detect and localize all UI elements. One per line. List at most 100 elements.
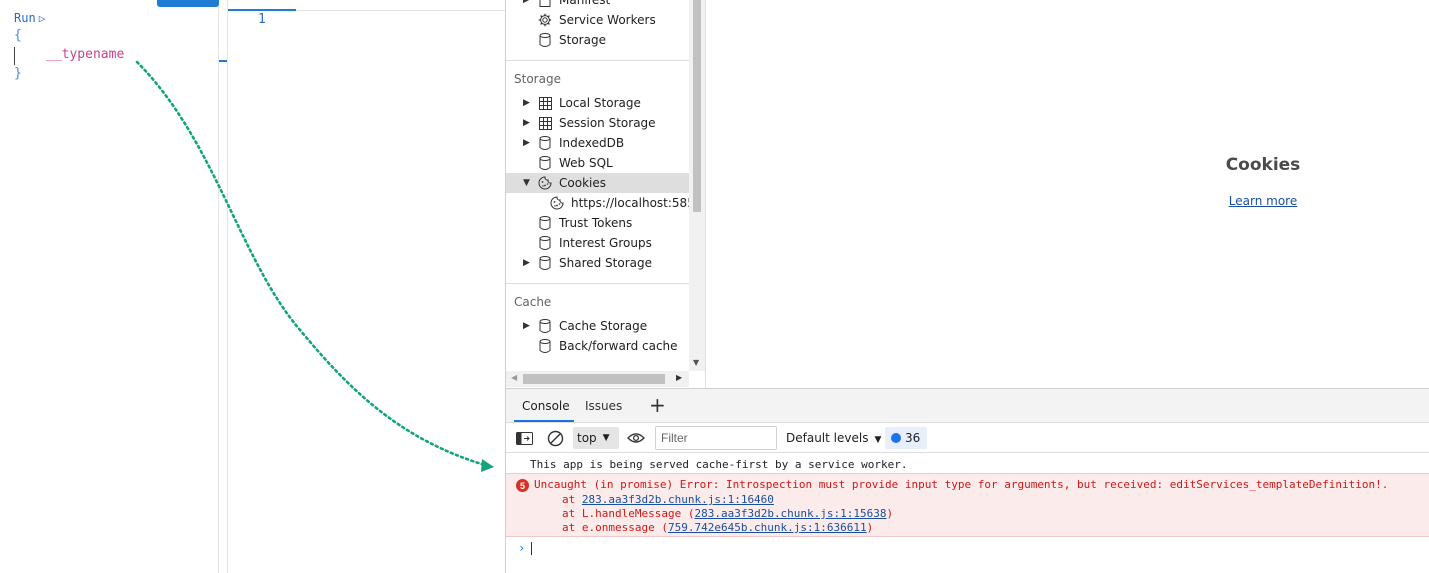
sidebar-item-label: Session Storage — [559, 116, 656, 130]
sidebar-item-label: Manifest — [559, 0, 611, 7]
sidebar-item-indexeddb[interactable]: ▶ IndexedDB — [506, 133, 689, 153]
results-tab-active[interactable] — [228, 0, 296, 11]
log-levels-label: Default levels — [786, 431, 869, 445]
sidebar-item-trust-tokens[interactable]: Trust Tokens — [506, 213, 689, 233]
section-title-cache: Cache — [514, 295, 552, 309]
sidebar-item-label: Cookies — [559, 176, 606, 190]
prettify-button[interactable] — [157, 0, 219, 7]
sidebar-item-https-localhost-5855[interactable]: https://localhost:5855 — [506, 193, 702, 213]
database-icon — [538, 216, 552, 230]
learn-more-link[interactable]: Learn more — [706, 194, 1429, 208]
context-value: top — [577, 431, 597, 445]
tab-issues[interactable]: Issues — [585, 399, 622, 413]
database-icon — [538, 156, 552, 170]
sidebar-item-label: Back/forward cache — [559, 339, 678, 353]
cookies-panel: Cookies Learn more — [705, 0, 1429, 388]
sidebar-item-session-storage[interactable]: ▶ Session Storage — [506, 113, 689, 133]
issues-count: 36 — [905, 431, 921, 445]
editor-divider-handle[interactable] — [219, 60, 227, 62]
play-icon: ▷ — [38, 12, 46, 25]
expand-arrow-right-icon[interactable]: ▶ — [523, 258, 530, 268]
stack-frame: at 283.aa3f3d2b.chunk.js:1:16460 — [562, 493, 774, 506]
sidebar-item-interest-groups[interactable]: Interest Groups — [506, 233, 689, 253]
sidebar-item-manifest[interactable]: ▶ Manifest — [506, 0, 689, 10]
code-close-brace: } — [14, 66, 22, 81]
sidebar-item-label: Interest Groups — [559, 236, 652, 250]
database-icon — [538, 236, 552, 250]
cookie-icon — [538, 176, 552, 190]
section-divider — [506, 60, 689, 61]
sidebar-toggle-icon[interactable] — [515, 430, 533, 446]
expand-arrow-right-icon[interactable]: ▶ — [523, 118, 530, 128]
chevron-down-icon: ▼ — [602, 433, 610, 443]
cookie-icon — [550, 196, 564, 210]
sidebar-item-label: Cache Storage — [559, 319, 648, 333]
sidebar-vertical-scrollbar[interactable]: ▼ — [689, 0, 705, 371]
context-select[interactable]: top ▼ — [573, 427, 619, 449]
sidebar-item-web-sql[interactable]: Web SQL — [506, 153, 689, 173]
sidebar-item-back-forward-cache[interactable]: Back/forward cache — [506, 336, 689, 356]
section-title-storage: Storage — [514, 72, 561, 86]
editor-cursor — [14, 47, 15, 65]
stack-link[interactable]: 283.aa3f3d2b.chunk.js:1:15638 — [694, 507, 886, 520]
scrollbar-thumb[interactable] — [693, 0, 701, 212]
scroll-right-icon[interactable]: ▶ — [676, 373, 682, 382]
sidebar-item-cookies[interactable]: ▼ Cookies — [506, 173, 689, 193]
expand-arrow-right-icon[interactable]: ▶ — [523, 0, 530, 5]
issues-counter-button[interactable]: 36 — [885, 427, 927, 449]
sidebar-item-cache-storage[interactable]: ▶ Cache Storage — [506, 316, 689, 336]
application-sidebar: ▶ Manifest Service Workers Storage Storage ▶ L… — [505, 0, 705, 388]
console-info-message: This app is being served cache-first by … — [530, 458, 908, 471]
run-button[interactable]: Run ▷ — [14, 11, 45, 25]
sidebar-item-local-storage[interactable]: ▶ Local Storage — [506, 93, 689, 113]
query-editor[interactable]: Run ▷ { __typename } — [0, 0, 219, 573]
results-line-number: 1 — [258, 12, 266, 27]
sidebar-horizontal-scrollbar[interactable]: ◀ ▶ — [506, 371, 689, 387]
sidebar-item-label: Service Workers — [559, 13, 656, 27]
scroll-left-icon[interactable]: ◀ — [511, 373, 517, 382]
sidebar-item-label: Web SQL — [559, 156, 613, 170]
results-tabstrip — [228, 0, 505, 11]
stack-link[interactable]: 283.aa3f3d2b.chunk.js:1:16460 — [582, 493, 774, 506]
add-tab-button[interactable]: + — [649, 393, 666, 417]
console-input[interactable] — [531, 542, 532, 555]
scrollbar-thumb[interactable] — [523, 374, 665, 384]
message-icon — [891, 433, 901, 443]
sidebar-item-service-workers[interactable]: Service Workers — [506, 10, 689, 30]
expand-arrow-right-icon[interactable]: ▶ — [523, 138, 530, 148]
console-error-message: 5 Uncaught (in promise) Error: Introspec… — [506, 473, 1429, 537]
results-pane: 1 — [227, 0, 505, 573]
eye-icon[interactable] — [627, 430, 645, 446]
database-icon — [538, 339, 552, 353]
console-output: This app is being served cache-first by … — [506, 453, 1429, 573]
stack-frame: at e.onmessage (759.742e645b.chunk.js:1:… — [562, 521, 874, 534]
doc-icon — [538, 0, 552, 7]
sidebar-item-label: Local Storage — [559, 96, 641, 110]
tab-console[interactable]: Console — [522, 399, 570, 413]
expand-arrow-down-icon[interactable]: ▼ — [523, 178, 530, 188]
panel-title: Cookies — [1225, 155, 1301, 175]
log-levels-dropdown[interactable]: Default levels ▼ — [786, 431, 881, 445]
chevron-down-icon: ▼ — [874, 435, 882, 445]
filter-input[interactable] — [655, 426, 777, 450]
section-divider — [506, 283, 689, 284]
grid-icon — [538, 96, 552, 110]
expand-arrow-right-icon[interactable]: ▶ — [523, 321, 530, 331]
sidebar-item-label: IndexedDB — [559, 136, 625, 150]
database-icon — [538, 136, 552, 150]
stack-link[interactable]: 759.742e645b.chunk.js:1:636611 — [668, 521, 867, 534]
error-text: Uncaught (in promise) Error: Introspecti… — [534, 478, 1389, 491]
sidebar-item-storage[interactable]: Storage — [506, 30, 689, 50]
database-icon — [538, 33, 552, 47]
active-tab-indicator — [514, 420, 574, 422]
clear-console-icon[interactable] — [546, 430, 564, 446]
sidebar-item-label: Shared Storage — [559, 256, 653, 270]
sidebar-item-label: Storage — [559, 33, 606, 47]
sidebar-item-shared-storage[interactable]: ▶ Shared Storage — [506, 253, 689, 273]
gear-icon — [538, 13, 552, 27]
stack-frame: at L.handleMessage (283.aa3f3d2b.chunk.j… — [562, 507, 894, 520]
expand-arrow-right-icon[interactable]: ▶ — [523, 98, 530, 108]
console-drawer: Console Issues + top ▼ Default levels ▼ 36… — [505, 388, 1429, 573]
scroll-down-icon[interactable]: ▼ — [693, 358, 699, 367]
console-toolbar: top ▼ Default levels ▼ 36 — [506, 423, 1429, 453]
